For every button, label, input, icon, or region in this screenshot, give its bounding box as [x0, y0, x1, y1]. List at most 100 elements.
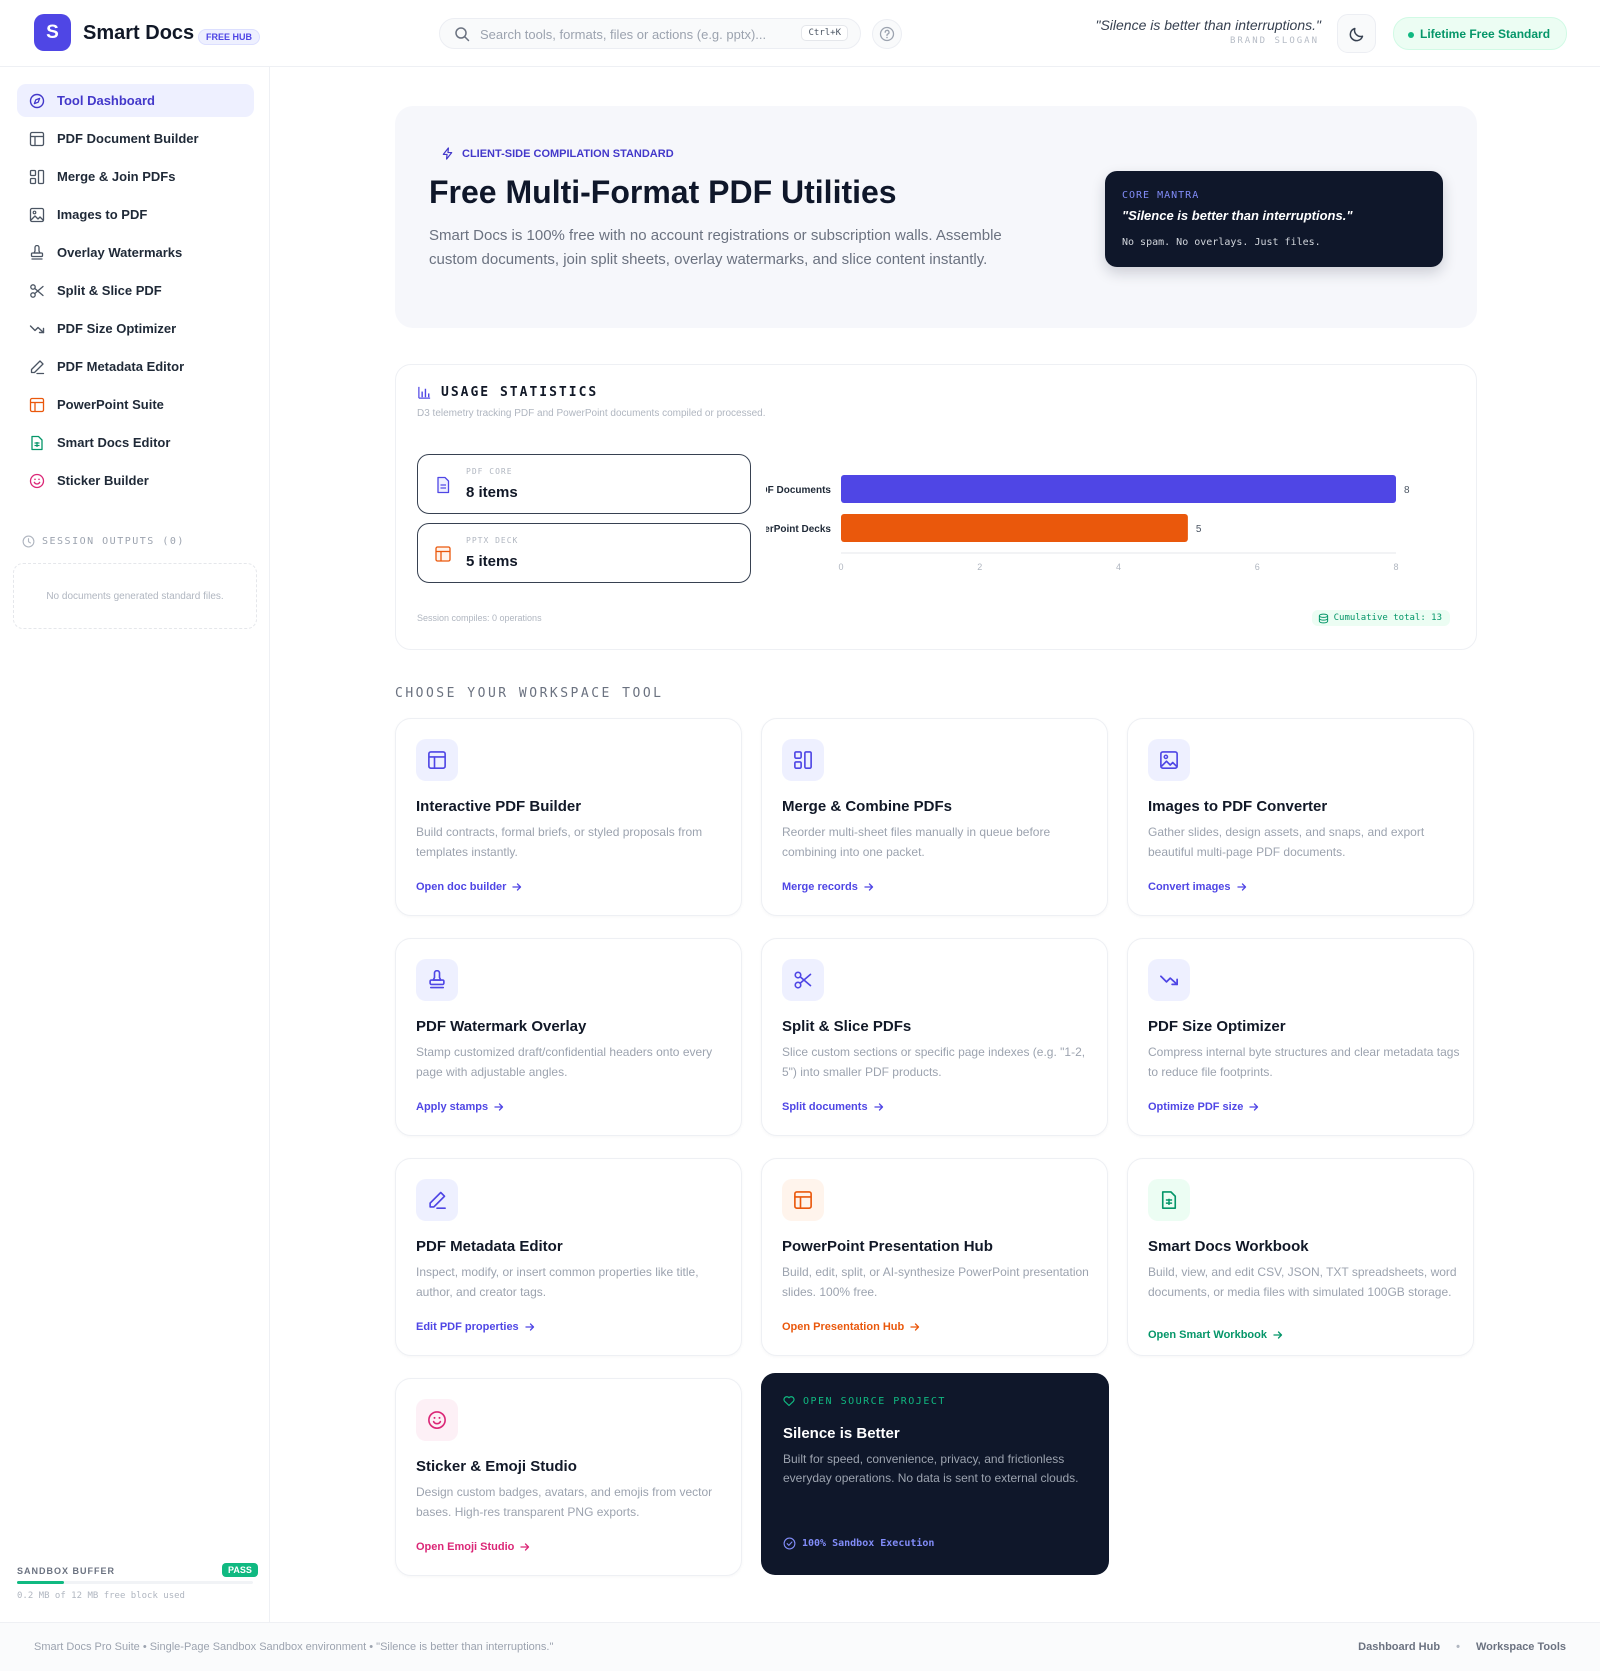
tool-card-split[interactable]: Split & Slice PDFs Slice custom sections…: [761, 938, 1108, 1136]
sidebar-item-label: Merge & Join PDFs: [57, 169, 176, 184]
sidebar-item-label: Sticker Builder: [57, 473, 149, 488]
search-bar[interactable]: Ctrl+K: [439, 18, 861, 49]
check-circle-icon: [783, 1537, 796, 1550]
card-icon-wrap: [1148, 1179, 1190, 1221]
card-title: PowerPoint Presentation Hub: [782, 1238, 993, 1255]
trending-down-icon: [29, 324, 45, 333]
tool-card-pdf-builder[interactable]: Interactive PDF Builder Build contracts,…: [395, 718, 742, 916]
smile-icon: [428, 1411, 446, 1429]
footer-link-workspace-tools[interactable]: Workspace Tools: [1476, 1641, 1566, 1653]
merge-icon: [29, 169, 45, 184]
card-title: Merge & Combine PDFs: [782, 798, 953, 815]
card-title: PDF Watermark Overlay: [416, 1018, 587, 1035]
cumulative-total-badge: Cumulative total: 13: [1311, 610, 1450, 626]
arrow-right-icon: [873, 1103, 883, 1111]
arrow-right-icon: [494, 1103, 504, 1111]
open-source-title: Silence is Better: [783, 1425, 900, 1442]
card-title: Sticker & Emoji Studio: [416, 1458, 577, 1475]
chart-bar: [841, 475, 1396, 503]
tool-card-size-optimizer[interactable]: PDF Size Optimizer Compress internal byt…: [1127, 938, 1474, 1136]
tool-card-powerpoint[interactable]: PowerPoint Presentation Hub Build, edit,…: [761, 1158, 1108, 1356]
card-icon-wrap: [1148, 739, 1190, 781]
tool-card-sticker[interactable]: Sticker & Emoji Studio Design custom bad…: [395, 1378, 742, 1576]
search-icon: [455, 27, 470, 42]
database-icon: [1318, 613, 1328, 624]
stamp-icon: [30, 244, 44, 260]
sidebar-item-smart-docs-editor[interactable]: Smart Docs Editor: [17, 426, 254, 459]
card-link[interactable]: Split documents: [782, 1101, 884, 1113]
tool-card-images-to-pdf[interactable]: Images to PDF Converter Gather slides, d…: [1127, 718, 1474, 916]
core-mantra-card: CORE MANTRA "Silence is better than inte…: [1105, 171, 1443, 267]
card-link[interactable]: Optimize PDF size: [1148, 1101, 1259, 1113]
card-icon-wrap: [782, 739, 824, 781]
tool-card-merge[interactable]: Merge & Combine PDFs Reorder multi-sheet…: [761, 718, 1108, 916]
sidebar-item-label: Smart Docs Editor: [57, 435, 171, 450]
mantra-sub: No spam. No overlays. Just files.: [1122, 237, 1321, 248]
card-link[interactable]: Apply stamps: [416, 1101, 504, 1113]
card-link[interactable]: Convert images: [1148, 881, 1247, 893]
chart-tick-label: 0: [838, 562, 843, 572]
chart-value-label: 8: [1404, 485, 1410, 496]
stat-card-value: 5 items: [466, 553, 518, 570]
tool-card-watermark[interactable]: PDF Watermark Overlay Stamp customized d…: [395, 938, 742, 1136]
sidebar-item-split-slice[interactable]: Split & Slice PDF: [17, 274, 254, 307]
sidebar-item-label: PDF Metadata Editor: [57, 359, 185, 374]
sidebar-item-label: Images to PDF: [57, 207, 148, 222]
help-button[interactable]: [872, 19, 902, 49]
arrow-right-icon: [910, 1323, 920, 1331]
sidebar-item-pdf-document-builder[interactable]: PDF Document Builder: [17, 122, 254, 155]
mantra-label: CORE MANTRA: [1122, 190, 1200, 201]
chart-tick-label: 8: [1393, 562, 1398, 572]
sidebar-item-overlay-watermarks[interactable]: Overlay Watermarks: [17, 236, 254, 269]
sidebar-item-merge-join[interactable]: Merge & Join PDFs: [17, 160, 254, 193]
stats-footer: Session compiles: 0 operations: [417, 613, 542, 623]
tool-card-workbook[interactable]: Smart Docs Workbook Build, view, and edi…: [1127, 1158, 1474, 1356]
search-input[interactable]: [480, 24, 780, 44]
card-link[interactable]: Open Smart Workbook: [1148, 1329, 1283, 1341]
open-source-description: Built for speed, convenience, privacy, a…: [783, 1452, 1079, 1485]
tool-card-metadata[interactable]: PDF Metadata Editor Inspect, modify, or …: [395, 1158, 742, 1356]
arrow-right-icon: [520, 1543, 530, 1551]
card-icon-wrap: [416, 739, 458, 781]
card-icon-wrap: [1148, 959, 1190, 1001]
lifetime-badge[interactable]: Lifetime Free Standard: [1393, 17, 1568, 50]
card-icon-wrap: [416, 1179, 458, 1221]
chart-category-label: PDF Documents: [766, 485, 831, 496]
shortcut-hint: Ctrl+K: [801, 25, 848, 41]
sidebar-item-metadata-editor[interactable]: PDF Metadata Editor: [17, 350, 254, 383]
stats-title: USAGE STATISTICS: [417, 385, 598, 400]
card-description: Build contracts, formal briefs, or style…: [416, 825, 703, 859]
sidebar-item-sticker-builder[interactable]: Sticker Builder: [17, 464, 254, 497]
brand-slogan: "Silence is better than interruptions.": [1095, 17, 1321, 33]
footer-link-dashboard-hub[interactable]: Dashboard Hub: [1358, 1641, 1440, 1653]
image-icon: [29, 207, 45, 222]
stats-subtitle: D3 telemetry tracking PDF and PowerPoint…: [417, 408, 766, 419]
card-link[interactable]: Merge records: [782, 881, 874, 893]
stat-card-label: PPTX DECK: [466, 536, 519, 545]
brand-name: Smart Docs: [83, 22, 195, 44]
sidebar-item-tool-dashboard[interactable]: Tool Dashboard: [17, 84, 254, 117]
card-description: Gather slides, design assets, and snaps,…: [1148, 825, 1425, 859]
moon-icon: [1349, 27, 1363, 41]
section-label: CHOOSE YOUR WORKSPACE TOOL: [395, 686, 664, 701]
sidebar-item-powerpoint-suite[interactable]: PowerPoint Suite: [17, 388, 254, 421]
theme-toggle-button[interactable]: [1337, 14, 1376, 53]
chart-bar: [841, 514, 1188, 542]
card-link[interactable]: Open Presentation Hub: [782, 1321, 920, 1333]
sidebar-item-images-to-pdf[interactable]: Images to PDF: [17, 198, 254, 231]
presentation-icon: [794, 1191, 812, 1209]
card-link[interactable]: Open Emoji Studio: [416, 1541, 530, 1553]
card-link[interactable]: Open doc builder: [416, 881, 522, 893]
card-link[interactable]: Edit PDF properties: [416, 1321, 535, 1333]
bar-chart-icon: [418, 386, 431, 399]
arrow-right-icon: [1236, 883, 1246, 891]
sandbox-execution-note: 100% Sandbox Execution: [783, 1537, 934, 1550]
layout-icon: [29, 131, 45, 146]
document-icon: [437, 476, 450, 494]
card-description: Inspect, modify, or insert common proper…: [416, 1265, 699, 1299]
logo[interactable]: S: [34, 14, 71, 51]
usage-bar-chart: PDF Documents 8 PowerPoint Decks 5 0 2 4 6 8: [766, 475, 1410, 572]
chart-category-label: PowerPoint Decks: [766, 524, 831, 535]
sidebar-item-label: PDF Size Optimizer: [57, 321, 177, 336]
sidebar-item-size-optimizer[interactable]: PDF Size Optimizer: [17, 312, 254, 345]
